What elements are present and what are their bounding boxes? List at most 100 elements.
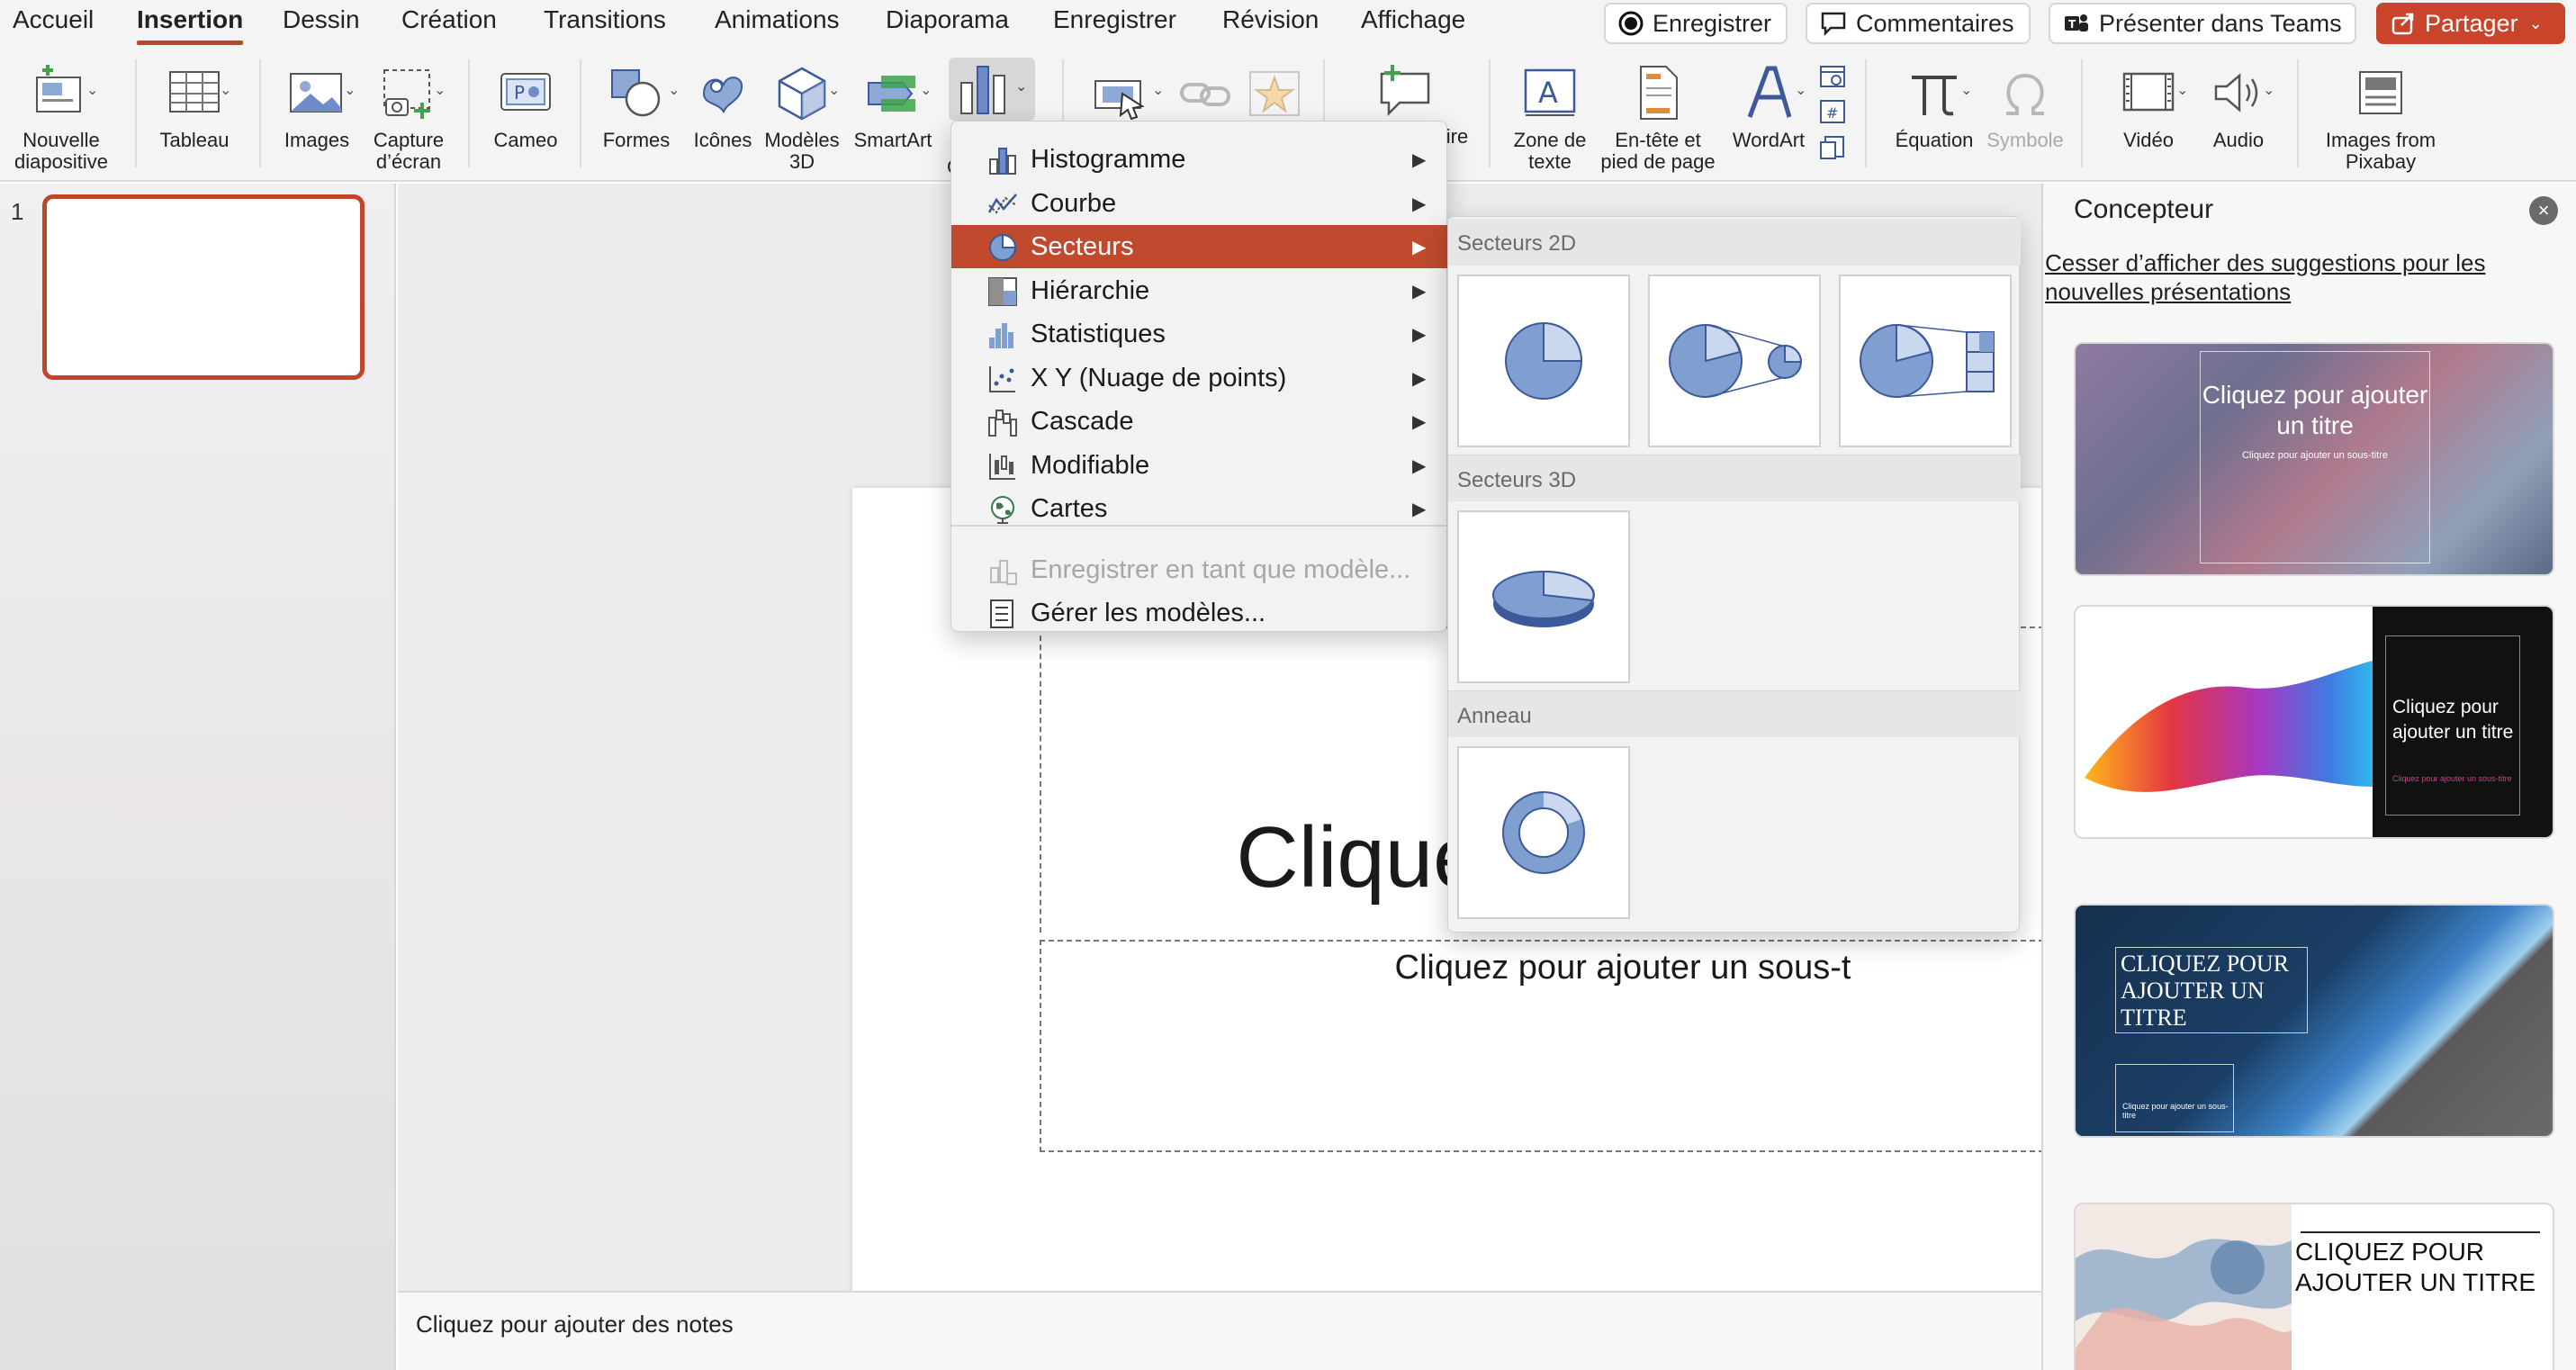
chevron-down-icon[interactable]: ⌄ [828, 81, 840, 99]
design-suggestion-2[interactable]: Cliquez pour ajouter un titre Cliquez po… [2076, 607, 2553, 837]
tab-revision[interactable]: Révision [1222, 5, 1319, 34]
action-button[interactable] [1085, 61, 1157, 130]
design-suggestion-4[interactable]: CLIQUEZ POUR AJOUTER UN TITRE [2076, 1204, 2553, 1370]
present-in-teams-button[interactable]: T Présenter dans Teams [2049, 3, 2356, 44]
record-button[interactable]: Enregistrer [1604, 3, 1788, 44]
card-title: Cliquez pour ajouter un titre [2392, 697, 2514, 743]
comment-button[interactable] [1350, 61, 1458, 130]
screenshot-button[interactable]: Capture d’écran [364, 61, 454, 173]
new-comment-icon [1350, 61, 1458, 124]
tab-animations[interactable]: Animations [715, 5, 840, 34]
stop-suggestions-link[interactable]: Cesser d’afficher des suggestions pour l… [2045, 248, 2549, 306]
equation-button[interactable]: Équation [1890, 61, 1978, 151]
menu-divider [951, 525, 1448, 527]
tab-dessin[interactable]: Dessin [283, 5, 360, 34]
subtitle-placeholder[interactable]: Cliquez pour ajouter un sous-t [1040, 940, 2206, 1152]
link-button[interactable] [1172, 61, 1240, 130]
pie-chart-icon [987, 232, 1018, 263]
chart-menu-item-modifiable[interactable]: Modifiable ▶ [951, 444, 1448, 487]
section-header-donut: Anneau [1448, 690, 2021, 737]
smartart-button[interactable]: SmartArt [844, 61, 941, 151]
designer-pane: Concepteur × Cesser d’afficher des sugge… [2041, 184, 2576, 1370]
chevron-down-icon[interactable]: ⌄ [86, 81, 98, 99]
tab-enregistrer[interactable]: Enregistrer [1053, 5, 1176, 34]
chart-menu-item-histogramme[interactable]: Histogramme ▶ [951, 138, 1448, 181]
header-footer-button[interactable]: En-tête et pied de page [1599, 61, 1717, 173]
header-footer-icon [1599, 61, 1717, 124]
card-subtitle: Cliquez pour ajouter un sous-titre [2392, 774, 2512, 783]
chevron-down-icon[interactable]: ⌄ [668, 81, 680, 99]
bar-chart-icon [987, 145, 1018, 176]
symbol-button[interactable]: Symbole [1980, 61, 2070, 151]
star-button[interactable] [1240, 61, 1309, 130]
share-button[interactable]: Partager ⌄ [2376, 3, 2565, 44]
chevron-down-icon[interactable]: ⌄ [220, 81, 231, 99]
chart-button[interactable]: ⌄ [949, 58, 1035, 121]
tab-diaporama[interactable]: Diaporama [886, 5, 1009, 34]
share-icon [2391, 11, 2416, 36]
images-button[interactable]: Images [275, 61, 358, 151]
pie-chart-option[interactable] [1457, 275, 1630, 447]
manage-templates-item[interactable]: Gérer les modèles... [951, 591, 1448, 635]
chart-menu-item-cascade[interactable]: Cascade ▶ [951, 400, 1448, 443]
design-suggestion-1[interactable]: Cliquez pour ajouter un titre Cliquez po… [2076, 344, 2553, 574]
pie-chart-submenu: Secteurs 2D Secteurs 3D Anneau [1447, 216, 2021, 933]
bar-of-pie-icon [1860, 323, 1995, 398]
tab-accueil[interactable]: Accueil [13, 5, 94, 34]
comments-button[interactable]: Commentaires [1806, 3, 2031, 44]
chart-menu-item-hierarchie[interactable]: Hiérarchie ▶ [951, 269, 1448, 312]
submenu-arrow-icon: ▶ [1412, 412, 1427, 432]
table-button[interactable]: Tableau [153, 61, 236, 151]
card-rule [2301, 1231, 2540, 1233]
chevron-down-icon[interactable]: ⌄ [2263, 81, 2274, 99]
cameo-button[interactable]: P Cameo [484, 61, 567, 151]
stock-icon [987, 451, 1018, 482]
tab-affichage[interactable]: Affichage [1361, 5, 1465, 34]
calendar-icon[interactable] [1818, 61, 1847, 95]
object-icon[interactable] [1818, 133, 1847, 167]
submenu-arrow-icon: ▶ [1412, 325, 1427, 345]
close-icon[interactable]: × [2529, 196, 2558, 225]
wordart-button[interactable]: WordArt [1725, 61, 1813, 151]
tab-creation[interactable]: Création [401, 5, 497, 34]
tab-insertion[interactable]: Insertion [137, 5, 244, 45]
pixabay-images-button[interactable]: Images from Pixabay [2313, 61, 2448, 173]
textbox-button[interactable]: A Zone de texte [1507, 61, 1593, 173]
chevron-down-icon[interactable]: ⌄ [434, 81, 446, 99]
slide-thumbnail-1[interactable] [42, 194, 365, 380]
chevron-down-icon[interactable]: ⌄ [920, 81, 932, 99]
chevron-down-icon[interactable]: ⌄ [344, 81, 356, 99]
pie-of-pie-option[interactable] [1648, 275, 1821, 447]
donut-chart-option[interactable] [1457, 746, 1630, 919]
submenu-arrow-icon: ▶ [1412, 194, 1427, 214]
chevron-down-icon[interactable]: ⌄ [2176, 81, 2188, 99]
submenu-arrow-icon: ▶ [1412, 150, 1427, 170]
icons-button[interactable]: Icônes [684, 61, 761, 151]
3d-pie-option[interactable] [1457, 510, 1630, 683]
tab-transitions[interactable]: Transitions [544, 5, 666, 34]
video-button[interactable]: Vidéo [2106, 61, 2191, 151]
chart-menu-item-statistiques[interactable]: Statistiques ▶ [951, 312, 1448, 356]
color-splash-art [2085, 661, 2373, 792]
new-slide-button[interactable]: Nouvelle diapositive [11, 61, 112, 173]
chart-menu-item-x-y-nuage-de-points[interactable]: X Y (Nuage de points) ▶ [951, 356, 1448, 400]
audio-button[interactable]: Audio [2196, 61, 2281, 151]
chart-menu-item-cartes[interactable]: Cartes ▶ [951, 487, 1448, 530]
chevron-down-icon[interactable]: ⌄ [1960, 81, 1972, 99]
chart-type-menu: Histogramme ▶ Courbe ▶ Secteurs ▶ Hiérarchie ▶ S… [950, 121, 1448, 635]
pastel-shapes-art [2076, 1204, 2292, 1370]
chevron-down-icon[interactable]: ⌄ [1795, 81, 1806, 99]
globe-icon [987, 494, 1018, 525]
design-suggestion-3[interactable]: CLIQUEZ POUR AJOUTER UN TITRE Cliquez po… [2076, 906, 2553, 1136]
bar-of-pie-option[interactable] [1839, 275, 2012, 447]
notes-pane[interactable]: Cliquez pour ajouter des notes [398, 1291, 2041, 1370]
save-as-template-item[interactable]: Enregistrer en tant que modèle... [951, 548, 1448, 591]
slide-number-icon[interactable]: # [1818, 97, 1847, 131]
submenu-arrow-icon: ▶ [1412, 238, 1427, 257]
chart-menu-item-courbe[interactable]: Courbe ▶ [951, 182, 1448, 225]
3d-models-button[interactable]: Modèles 3D [761, 61, 842, 173]
star-icon [1240, 61, 1309, 124]
chevron-down-icon[interactable]: ⌄ [1152, 81, 1164, 99]
chart-menu-item-secteurs[interactable]: Secteurs ▶ [951, 225, 1448, 268]
shapes-button[interactable]: Formes [596, 61, 677, 151]
